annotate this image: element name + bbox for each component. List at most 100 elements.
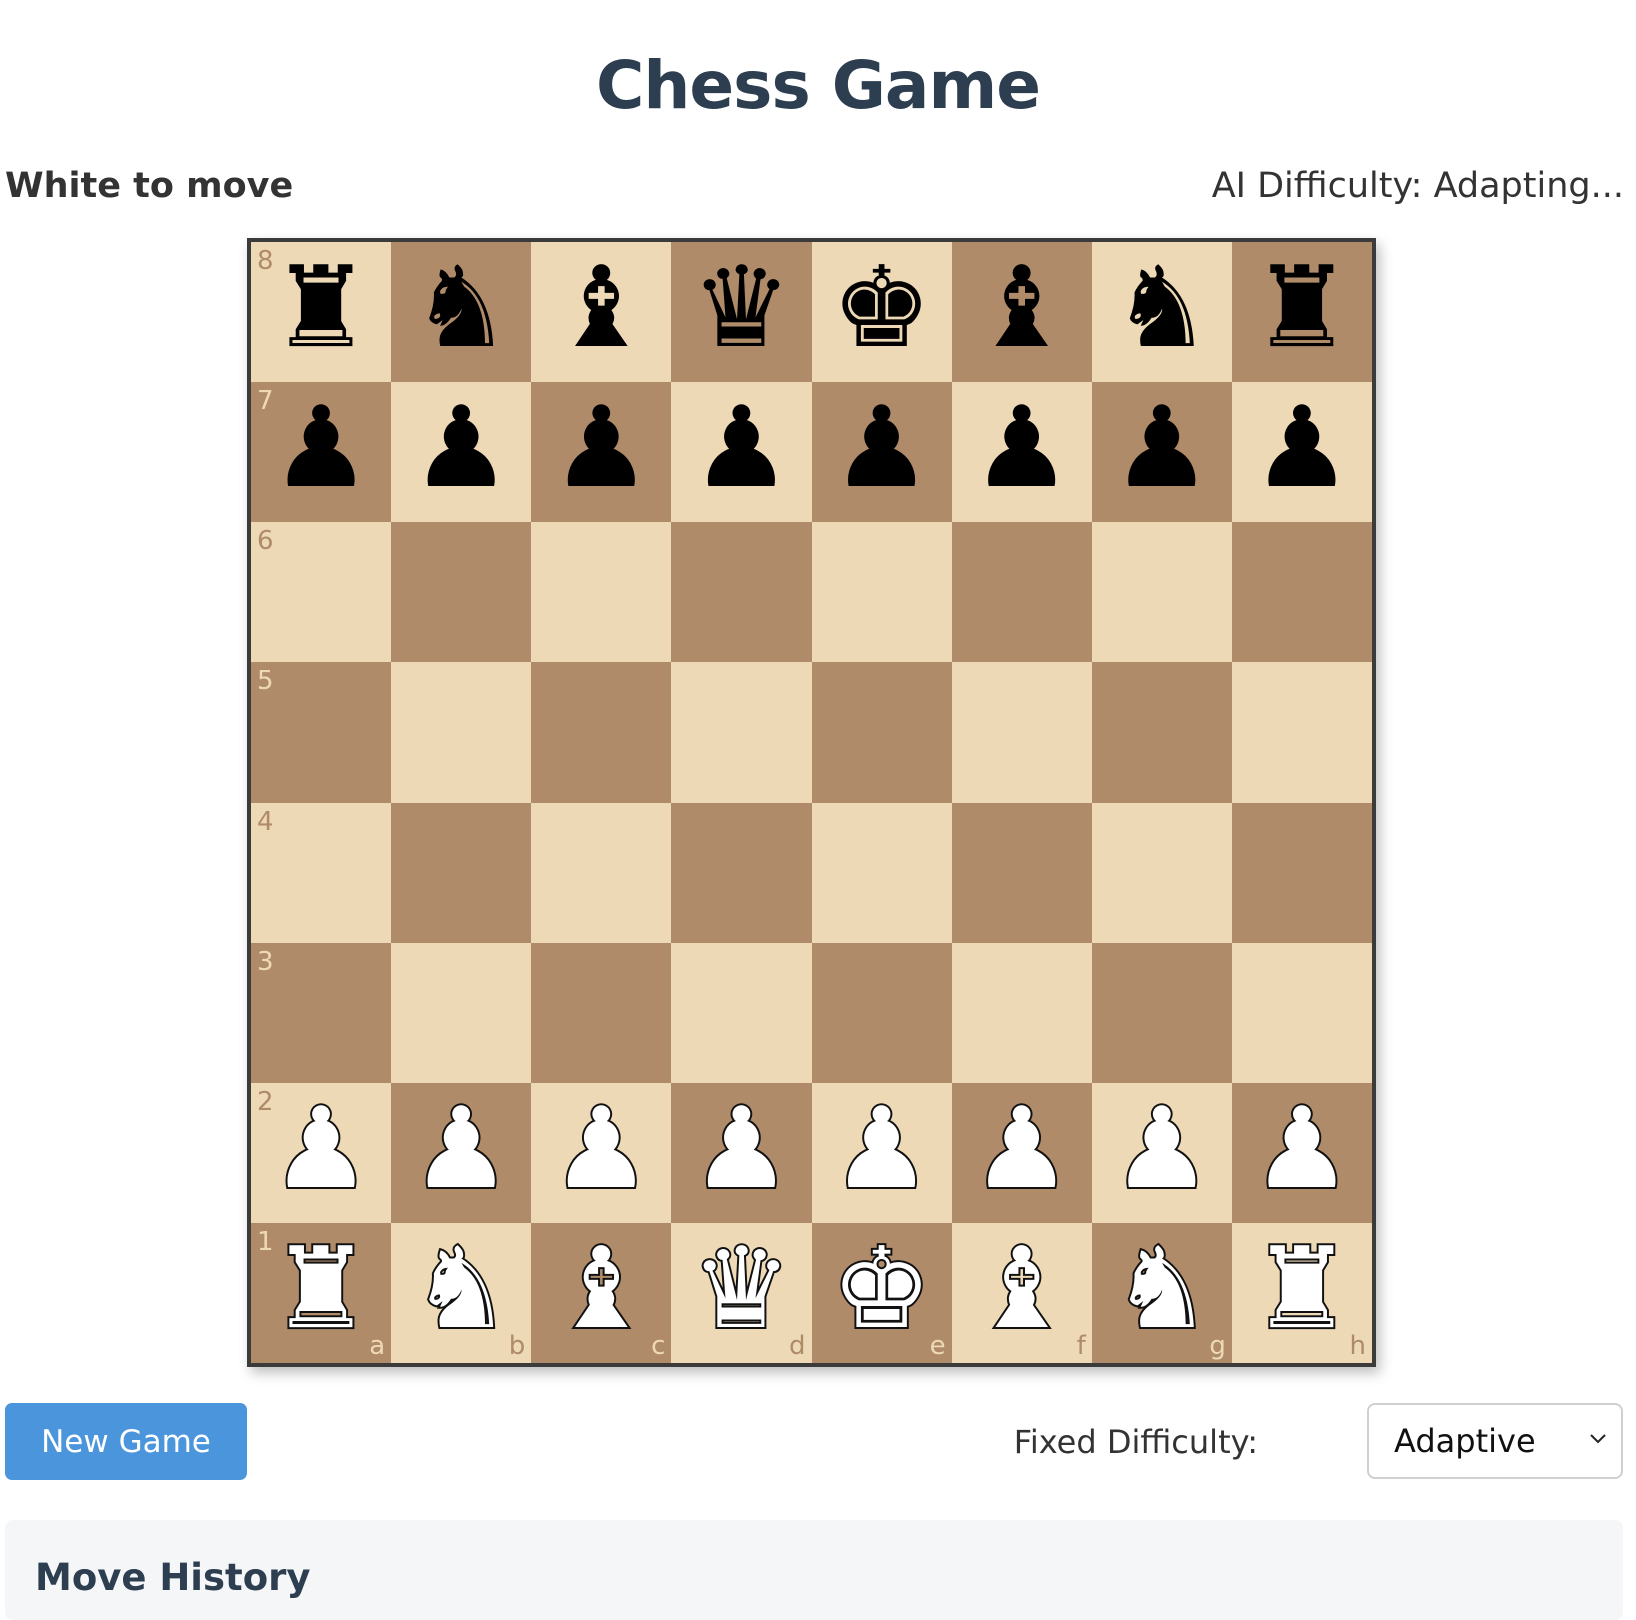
square-e8[interactable]: ♚ [811, 242, 952, 383]
black-pawn-icon[interactable]: ♟ [1112, 392, 1212, 504]
white-bishop-icon[interactable]: ♝ [969, 1231, 1073, 1347]
square-b2[interactable]: ♟ [391, 1082, 532, 1223]
square-c4[interactable] [531, 802, 672, 943]
square-d5[interactable] [671, 662, 812, 803]
square-h1[interactable]: h ♜ [1231, 1222, 1372, 1363]
square-f7[interactable]: ♟ [951, 382, 1092, 523]
black-pawn-icon[interactable]: ♟ [271, 392, 371, 504]
black-pawn-icon[interactable]: ♟ [971, 392, 1071, 504]
white-pawn-icon[interactable]: ♟ [1250, 1091, 1354, 1207]
square-f1[interactable]: f ♝ [951, 1222, 1092, 1363]
square-b6[interactable] [391, 522, 532, 663]
square-f8[interactable]: ♝ [951, 242, 1092, 383]
square-e6[interactable] [811, 522, 952, 663]
white-rook-icon[interactable]: ♜ [1250, 1231, 1354, 1347]
square-a1[interactable]: 1 a ♜ [251, 1222, 392, 1363]
square-h7[interactable]: ♟ [1231, 382, 1372, 523]
square-a2[interactable]: 2 ♟ [251, 1082, 392, 1223]
white-pawn-icon[interactable]: ♟ [969, 1091, 1073, 1207]
new-game-button[interactable]: New Game [5, 1403, 247, 1480]
white-knight-icon[interactable]: ♞ [409, 1231, 513, 1347]
file-label: a [369, 1331, 386, 1361]
square-g6[interactable] [1091, 522, 1232, 663]
square-e2[interactable]: ♟ [811, 1082, 952, 1223]
square-d8[interactable]: ♛ [671, 242, 812, 383]
square-d3[interactable] [671, 942, 812, 1083]
square-c1[interactable]: c ♝ [531, 1222, 672, 1363]
square-f5[interactable] [951, 662, 1092, 803]
square-g8[interactable]: ♞ [1091, 242, 1232, 383]
white-pawn-icon[interactable]: ♟ [1110, 1091, 1214, 1207]
black-pawn-icon[interactable]: ♟ [411, 392, 511, 504]
white-rook-icon[interactable]: ♜ [269, 1231, 373, 1347]
square-h4[interactable] [1231, 802, 1372, 943]
black-knight-icon[interactable]: ♞ [1112, 252, 1212, 364]
square-f4[interactable] [951, 802, 1092, 943]
square-h8[interactable]: ♜ [1231, 242, 1372, 383]
square-b4[interactable] [391, 802, 532, 943]
square-e7[interactable]: ♟ [811, 382, 952, 523]
square-c3[interactable] [531, 942, 672, 1083]
square-h2[interactable]: ♟ [1231, 1082, 1372, 1223]
square-b8[interactable]: ♞ [391, 242, 532, 383]
black-rook-icon[interactable]: ♜ [1252, 252, 1352, 364]
black-pawn-icon[interactable]: ♟ [831, 392, 931, 504]
square-e1[interactable]: e ♚ [811, 1222, 952, 1363]
square-a5[interactable]: 5 [251, 662, 392, 803]
square-c2[interactable]: ♟ [531, 1082, 672, 1223]
square-b1[interactable]: b ♞ [391, 1222, 532, 1363]
white-pawn-icon[interactable]: ♟ [829, 1091, 933, 1207]
black-pawn-icon[interactable]: ♟ [691, 392, 791, 504]
white-bishop-icon[interactable]: ♝ [549, 1231, 653, 1347]
square-c7[interactable]: ♟ [531, 382, 672, 523]
square-g2[interactable]: ♟ [1091, 1082, 1232, 1223]
square-h3[interactable] [1231, 942, 1372, 1083]
black-rook-icon[interactable]: ♜ [271, 252, 371, 364]
white-pawn-icon[interactable]: ♟ [689, 1091, 793, 1207]
square-e3[interactable] [811, 942, 952, 1083]
white-pawn-icon[interactable]: ♟ [269, 1091, 373, 1207]
square-g3[interactable] [1091, 942, 1232, 1083]
square-e4[interactable] [811, 802, 952, 943]
square-g5[interactable] [1091, 662, 1232, 803]
square-f6[interactable] [951, 522, 1092, 663]
square-c6[interactable] [531, 522, 672, 663]
white-king-icon[interactable]: ♚ [829, 1231, 933, 1347]
white-pawn-icon[interactable]: ♟ [549, 1091, 653, 1207]
black-pawn-icon[interactable]: ♟ [1252, 392, 1352, 504]
square-e5[interactable] [811, 662, 952, 803]
square-a3[interactable]: 3 [251, 942, 392, 1083]
white-pawn-icon[interactable]: ♟ [409, 1091, 513, 1207]
square-d7[interactable]: ♟ [671, 382, 812, 523]
square-d1[interactable]: d ♛ [671, 1222, 812, 1363]
square-g4[interactable] [1091, 802, 1232, 943]
square-d2[interactable]: ♟ [671, 1082, 812, 1223]
square-d6[interactable] [671, 522, 812, 663]
square-a7[interactable]: 7 ♟ [251, 382, 392, 523]
black-king-icon[interactable]: ♚ [831, 252, 931, 364]
square-g7[interactable]: ♟ [1091, 382, 1232, 523]
square-a6[interactable]: 6 [251, 522, 392, 663]
white-queen-icon[interactable]: ♛ [689, 1231, 793, 1347]
black-queen-icon[interactable]: ♛ [691, 252, 791, 364]
square-a4[interactable]: 4 [251, 802, 392, 943]
turn-status: White to move [5, 166, 294, 206]
square-b7[interactable]: ♟ [391, 382, 532, 523]
square-a8[interactable]: 8 ♜ [251, 242, 392, 383]
square-b5[interactable] [391, 662, 532, 803]
square-d4[interactable] [671, 802, 812, 943]
square-h5[interactable] [1231, 662, 1372, 803]
black-bishop-icon[interactable]: ♝ [971, 252, 1071, 364]
black-pawn-icon[interactable]: ♟ [551, 392, 651, 504]
square-c5[interactable] [531, 662, 672, 803]
square-c8[interactable]: ♝ [531, 242, 672, 383]
square-f2[interactable]: ♟ [951, 1082, 1092, 1223]
white-knight-icon[interactable]: ♞ [1110, 1231, 1214, 1347]
square-h6[interactable] [1231, 522, 1372, 663]
square-f3[interactable] [951, 942, 1092, 1083]
difficulty-select[interactable]: Adaptive [1367, 1403, 1623, 1479]
black-knight-icon[interactable]: ♞ [411, 252, 511, 364]
black-bishop-icon[interactable]: ♝ [551, 252, 651, 364]
square-b3[interactable] [391, 942, 532, 1083]
square-g1[interactable]: g ♞ [1091, 1222, 1232, 1363]
